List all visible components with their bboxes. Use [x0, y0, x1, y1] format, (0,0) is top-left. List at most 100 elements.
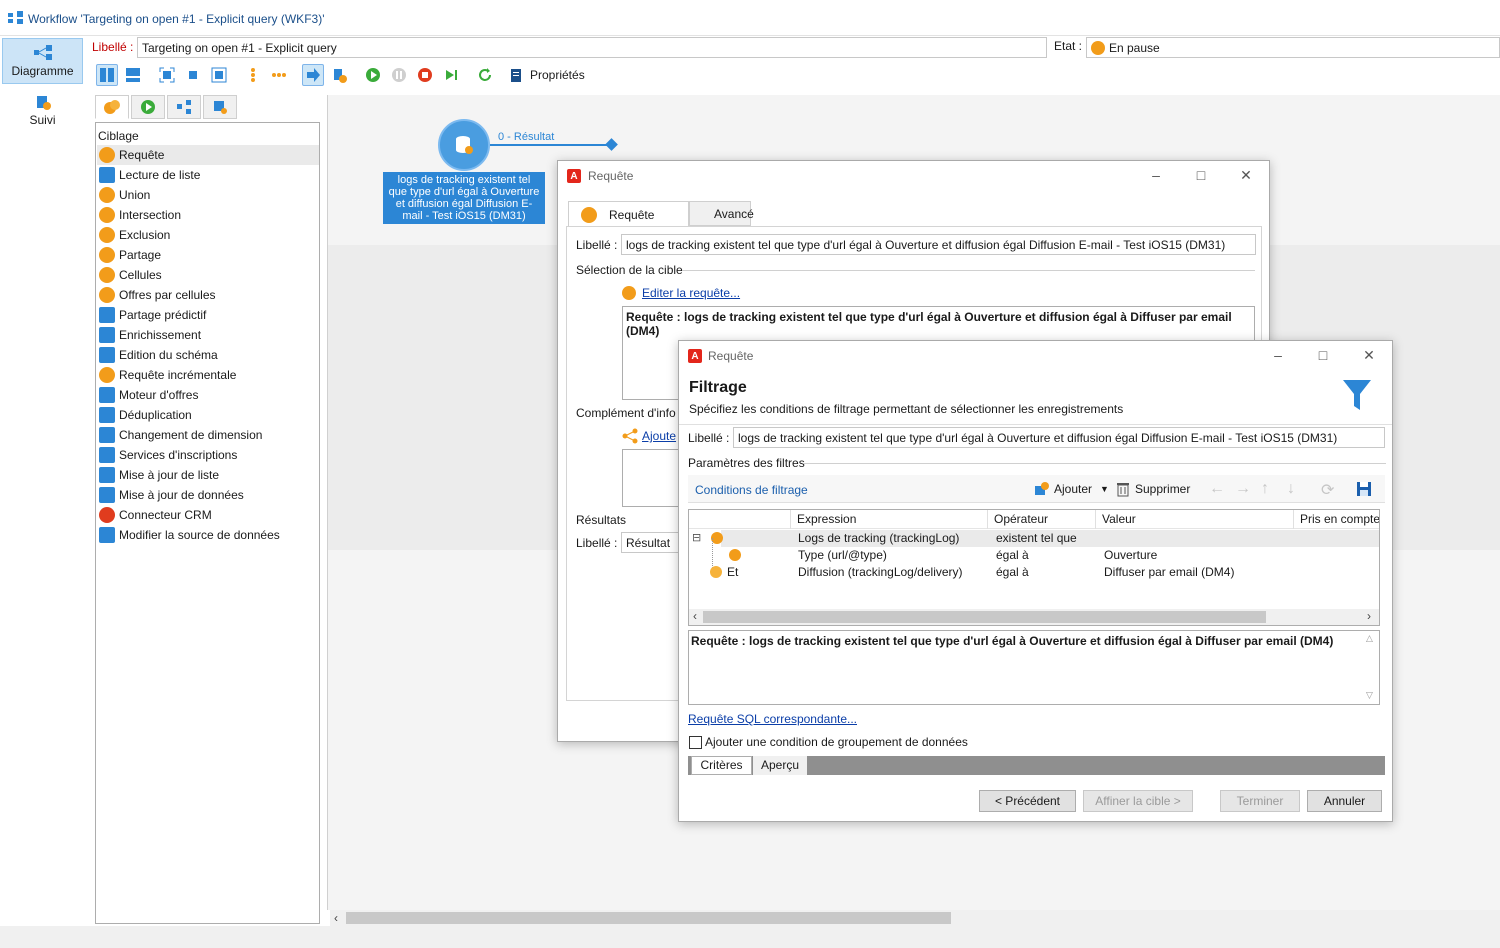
sql-query-link[interactable]: Requête SQL correspondante...	[688, 712, 857, 726]
canvas-scrollbar[interactable]: ‹	[330, 910, 1500, 926]
grid-scrollbar[interactable]: ‹ ›	[689, 609, 1379, 625]
nav-diagram[interactable]: Diagramme	[2, 38, 83, 84]
d1-label-input[interactable]: logs de tracking existent tel que type d…	[621, 234, 1256, 255]
condition-icon	[729, 549, 741, 561]
layout-horizontal-button[interactable]	[122, 64, 144, 86]
filter-subheading: Spécifiez les conditions de filtrage per…	[689, 402, 1124, 416]
collapse-icon[interactable]: ⊟	[692, 531, 701, 544]
minimize-icon[interactable]: –	[1146, 167, 1166, 183]
palette-item[interactable]: Enrichissement	[97, 325, 319, 345]
tab-flow-control[interactable]	[131, 95, 165, 119]
col-expression[interactable]: Expression	[790, 510, 987, 529]
palette-item-label: Changement de dimension	[119, 428, 263, 442]
adobe-icon: A	[688, 349, 702, 363]
offers-cells-icon	[99, 287, 115, 303]
palette-item[interactable]: Partage	[97, 245, 319, 265]
palette-item[interactable]: Modifier la source de données	[97, 525, 319, 545]
tracking-icon	[36, 96, 51, 110]
label-input[interactable]: Targeting on open #1 - Explicit query	[137, 37, 1047, 58]
palette-item[interactable]: Union	[97, 185, 319, 205]
palette-item[interactable]: Lecture de liste	[97, 165, 319, 185]
group-condition-checkbox[interactable]	[689, 736, 702, 749]
palette-item[interactable]: Mise à jour de données	[97, 485, 319, 505]
minimize-icon[interactable]: –	[1268, 347, 1288, 363]
col-operator[interactable]: Opérateur	[987, 510, 1095, 529]
scroll-down-icon[interactable]: ▽	[1366, 690, 1373, 701]
palette-item[interactable]: Requête	[97, 145, 319, 165]
scroll-thumb[interactable]	[346, 912, 951, 924]
align-horizontal-button[interactable]	[268, 64, 290, 86]
cells-icon	[99, 267, 115, 283]
query-dialog-titlebar: A Requête – □ ✕	[558, 161, 1269, 191]
scroll-left-icon[interactable]: ‹	[693, 609, 697, 623]
palette-item[interactable]: Changement de dimension	[97, 425, 319, 445]
tab-events[interactable]	[203, 95, 237, 119]
d2-label-input[interactable]: logs de tracking existent tel que type d…	[733, 427, 1385, 448]
palette-item[interactable]: Partage prédictif	[97, 305, 319, 325]
palette-item[interactable]: Cellules	[97, 265, 319, 285]
row1-operator: existent tel que	[996, 531, 1077, 545]
col-taken-into-account[interactable]: Pris en compte	[1293, 510, 1379, 529]
scroll-up-icon[interactable]: △	[1366, 633, 1373, 644]
palette-item[interactable]: Exclusion	[97, 225, 319, 245]
arrow-left-icon[interactable]: ←	[1209, 480, 1225, 498]
tab-targeting[interactable]	[95, 95, 129, 119]
refine-target-button[interactable]: Affiner la cible >	[1083, 790, 1193, 812]
previous-button[interactable]: < Précédent	[979, 790, 1076, 812]
refresh-button[interactable]	[474, 64, 496, 86]
reload-icon[interactable]: ⟳	[1321, 480, 1334, 500]
start-button[interactable]	[362, 64, 384, 86]
scroll-left-icon[interactable]: ‹	[334, 911, 338, 925]
arrow-right-icon[interactable]: →	[1235, 480, 1251, 498]
scroll-right-icon[interactable]: ›	[1367, 609, 1371, 623]
arrow-up-icon[interactable]: ↑	[1261, 480, 1269, 498]
normal-size-button[interactable]	[182, 64, 204, 86]
palette-item[interactable]: Services d'inscriptions	[97, 445, 319, 465]
palette-item[interactable]: Connecteur CRM	[97, 505, 319, 525]
arrow-down-icon[interactable]: ↓	[1287, 480, 1295, 498]
add-condition-button[interactable]: Ajouter ▼	[1033, 480, 1109, 498]
query-node[interactable]	[438, 119, 490, 171]
align-vertical-button[interactable]	[242, 64, 264, 86]
palette-item[interactable]: Intersection	[97, 205, 319, 225]
move-button[interactable]	[302, 64, 324, 86]
tab-criteria[interactable]: Critères	[691, 756, 752, 775]
col-value[interactable]: Valeur	[1095, 510, 1293, 529]
tab-preview[interactable]: Aperçu	[753, 756, 807, 775]
maximize-icon[interactable]: □	[1313, 347, 1333, 363]
stop-button[interactable]	[414, 64, 436, 86]
maximize-icon[interactable]: □	[1191, 167, 1211, 183]
finish-button[interactable]: Terminer	[1220, 790, 1300, 812]
tab-query[interactable]: Requête	[568, 201, 689, 227]
task-button[interactable]	[328, 64, 350, 86]
dropdown-arrow-icon[interactable]: ▼	[1100, 484, 1109, 494]
palette-item[interactable]: Déduplication	[97, 405, 319, 425]
palette-item[interactable]: Edition du schéma	[97, 345, 319, 365]
row2-operator: égal à	[996, 548, 1029, 562]
row2-value: Ouverture	[1104, 548, 1158, 562]
palette-item[interactable]: Requête incrémentale	[97, 365, 319, 385]
delete-condition-button[interactable]: Supprimer	[1116, 480, 1190, 498]
fit-button[interactable]	[156, 64, 178, 86]
step-button[interactable]	[440, 64, 462, 86]
tab-advanced[interactable]: Avancé	[689, 201, 754, 226]
layout-vertical-button[interactable]	[96, 64, 118, 86]
close-icon[interactable]: ✕	[1236, 167, 1256, 184]
close-icon[interactable]: ✕	[1359, 347, 1379, 364]
nav-tracking[interactable]: Suivi	[2, 92, 83, 130]
add-info-link[interactable]: Ajoute	[642, 429, 676, 443]
palette-item[interactable]: Mise à jour de liste	[97, 465, 319, 485]
properties-button[interactable]: Propriétés	[508, 64, 585, 86]
edit-query-link[interactable]: Editer la requête...	[642, 286, 740, 300]
save-icon[interactable]	[1356, 481, 1372, 497]
zoom-button[interactable]	[208, 64, 230, 86]
palette-item[interactable]: Moteur d'offres	[97, 385, 319, 405]
d1-label-caption: Libellé :	[576, 238, 618, 252]
palette-item[interactable]: Offres par cellules	[97, 285, 319, 305]
tab-actions[interactable]	[167, 95, 201, 119]
grid-scroll-thumb[interactable]	[703, 611, 1266, 623]
pause-button[interactable]	[388, 64, 410, 86]
palette-item-label: Offres par cellules	[119, 288, 216, 302]
cancel-button[interactable]: Annuler	[1307, 790, 1382, 812]
database-icon	[456, 136, 473, 154]
